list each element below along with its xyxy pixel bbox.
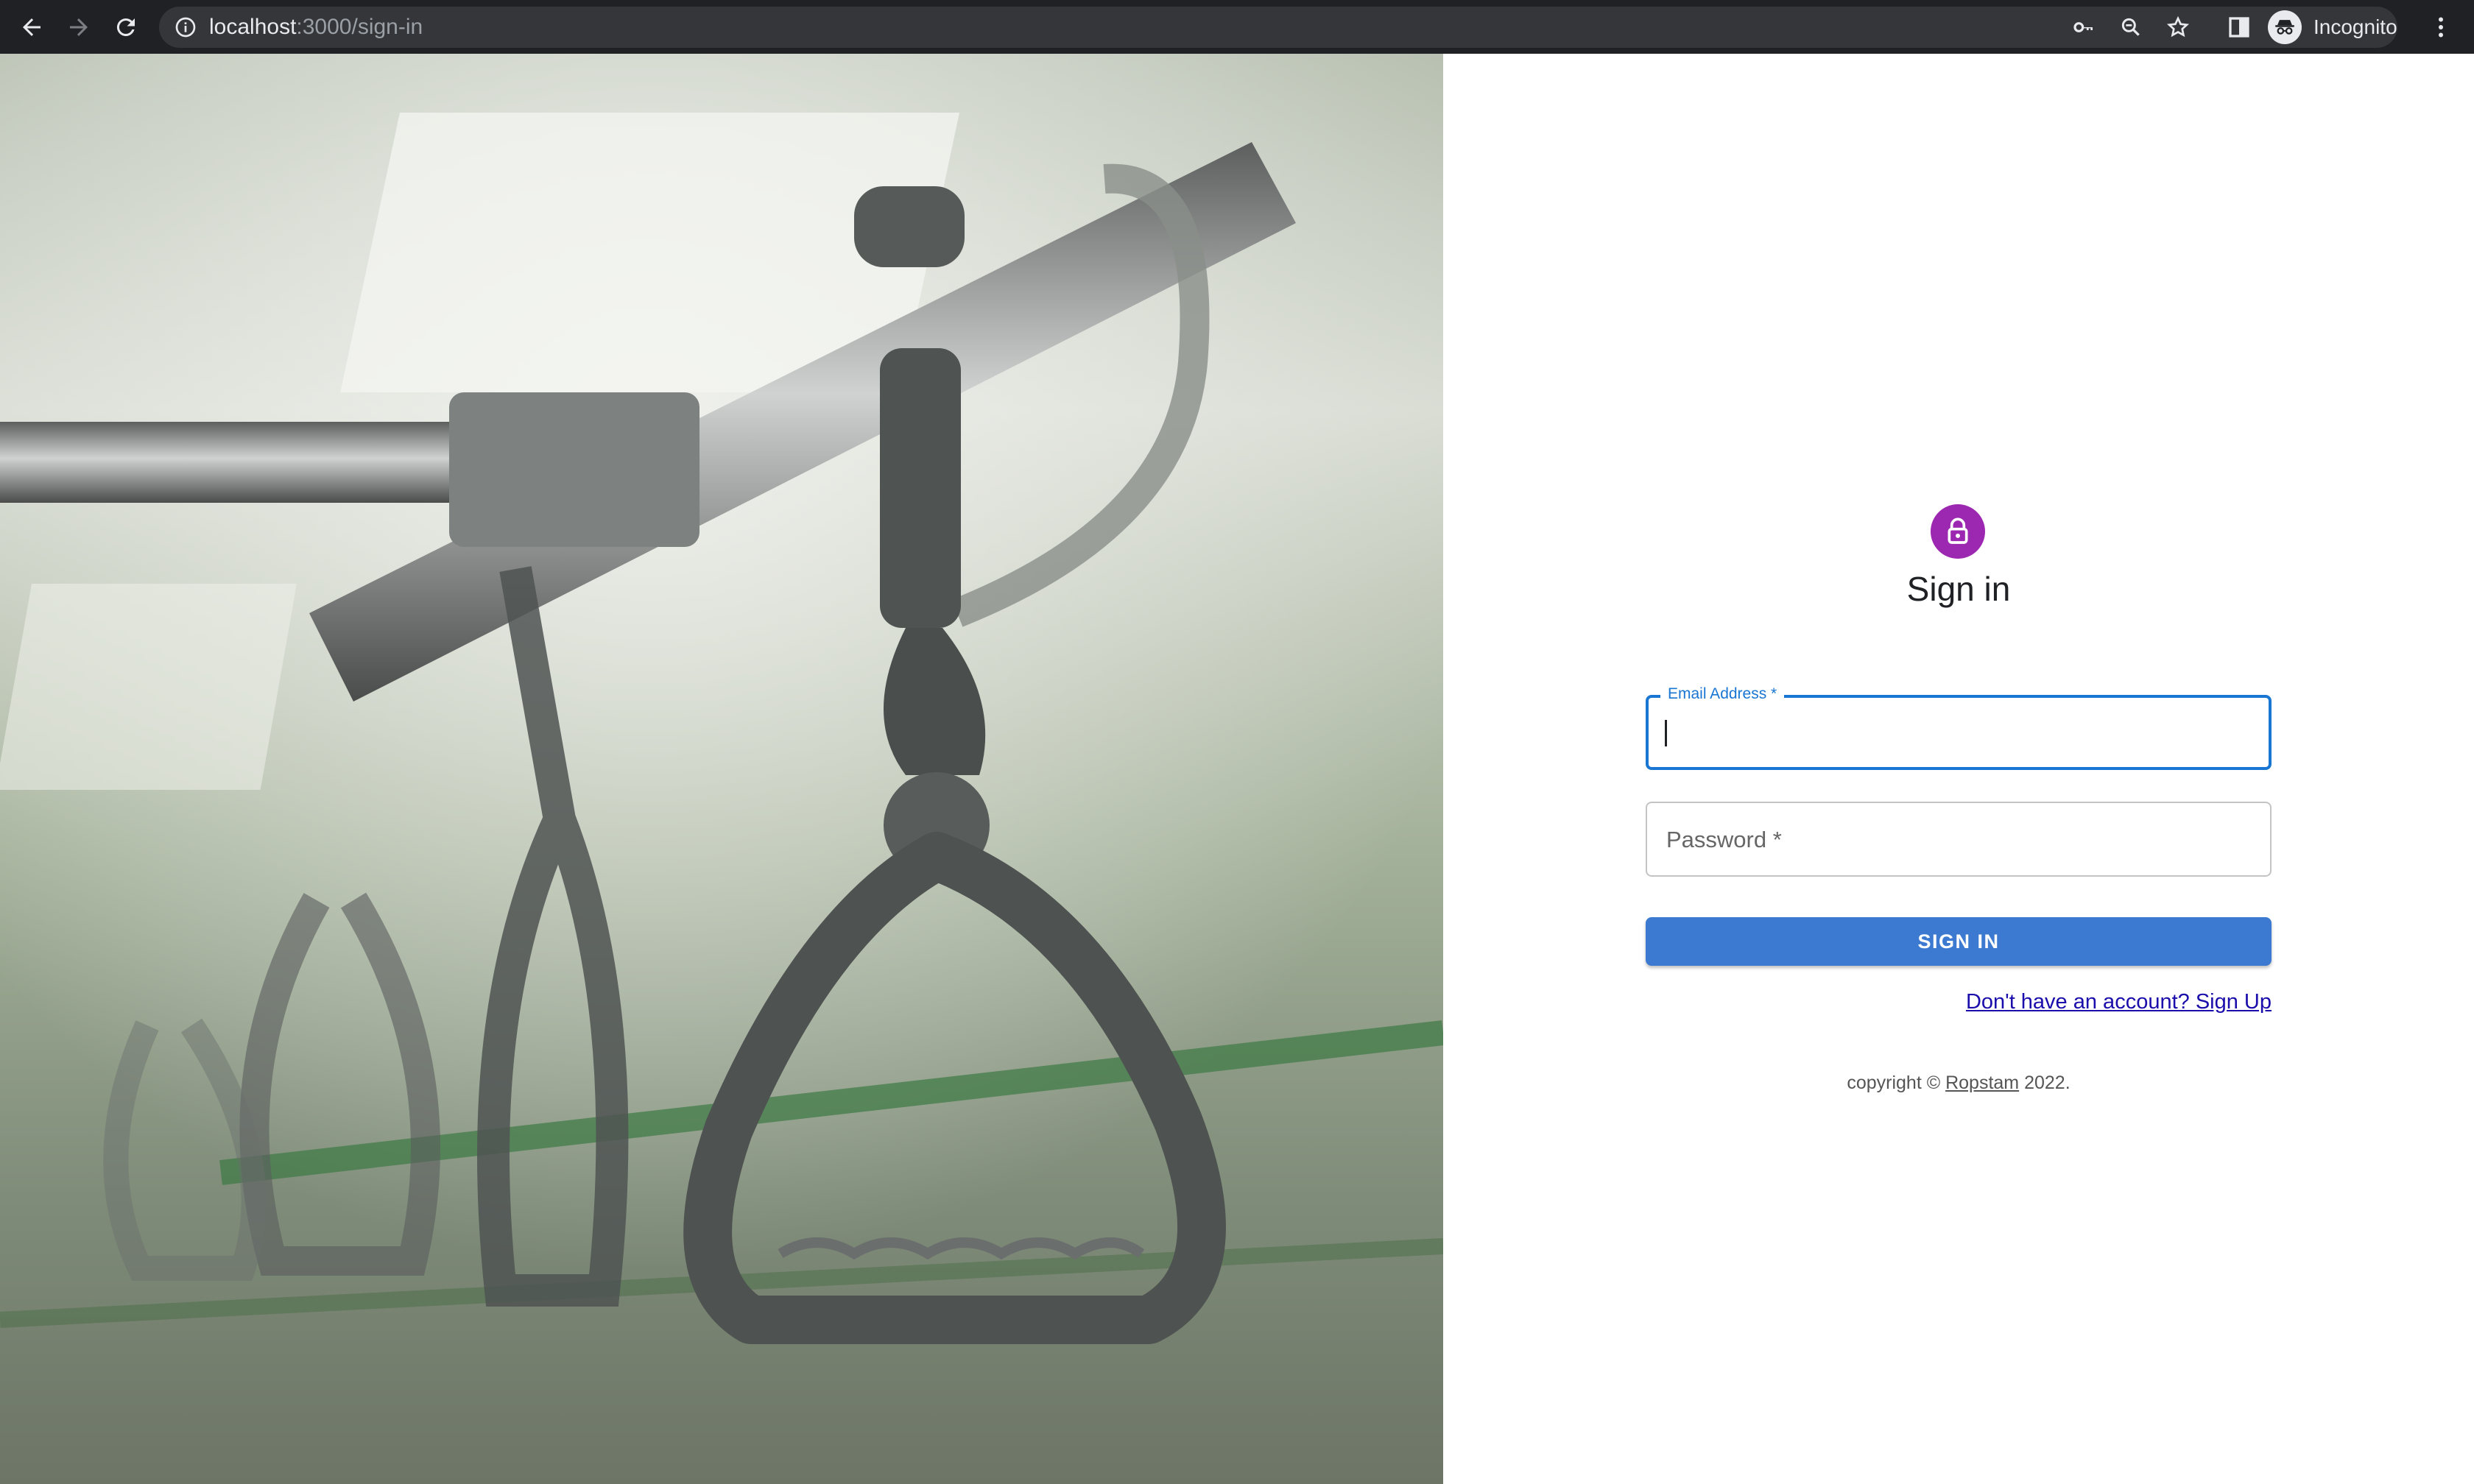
- side-panel-button[interactable]: [2219, 7, 2259, 47]
- email-field[interactable]: Email Address *: [1646, 685, 2272, 770]
- password-field[interactable]: Password *: [1646, 802, 2272, 877]
- copyright-year: 2022.: [2024, 1073, 2071, 1093]
- back-arrow-icon: [23, 18, 40, 36]
- address-bar[interactable]: localhost:3000/sign-in: [159, 7, 2397, 48]
- url-host: localhost: [209, 15, 297, 39]
- info-icon[interactable]: [174, 15, 197, 39]
- star-icon[interactable]: [2166, 15, 2190, 39]
- lock-icon: [1948, 517, 1968, 544]
- kebab-menu-icon: [2439, 17, 2443, 38]
- hero-image: [0, 54, 1443, 1484]
- url-path: :3000/sign-in: [296, 15, 423, 39]
- signin-button[interactable]: SIGN IN: [1646, 917, 2272, 966]
- lock-avatar: [1931, 504, 1985, 559]
- copyright: copyright © Ropstam 2022.: [1646, 1073, 2272, 1094]
- zoom-icon[interactable]: [2119, 15, 2143, 39]
- signin-panel: Sign in Email Address * Password * SIGN …: [1443, 54, 2474, 1484]
- email-input[interactable]: [1649, 698, 2269, 767]
- signup-link[interactable]: Don't have an account? Sign Up: [1966, 990, 2272, 1014]
- page-title: Sign in: [1906, 570, 2011, 608]
- subway-handle-illustration: [0, 54, 1443, 1484]
- profile-label: Incognito: [2313, 15, 2397, 38]
- browser-menu-button[interactable]: [2421, 7, 2461, 47]
- reload-icon: [116, 18, 135, 37]
- side-panel-icon: [2229, 17, 2249, 38]
- reload-button[interactable]: [106, 7, 146, 47]
- incognito-icon: [2268, 10, 2302, 44]
- password-input[interactable]: [1647, 803, 2270, 875]
- url-text[interactable]: localhost:3000/sign-in: [209, 7, 423, 48]
- brand-link[interactable]: Ropstam: [1945, 1073, 2019, 1093]
- forward-button[interactable]: [59, 7, 99, 47]
- copyright-prefix: copyright ©: [1847, 1073, 1941, 1093]
- browser-toolbar: localhost:3000/sign-in Incognito: [0, 0, 2474, 54]
- forward-arrow-icon: [70, 18, 88, 36]
- profile-button[interactable]: Incognito: [2268, 7, 2397, 48]
- back-button[interactable]: [12, 7, 52, 47]
- key-icon[interactable]: [2072, 15, 2096, 39]
